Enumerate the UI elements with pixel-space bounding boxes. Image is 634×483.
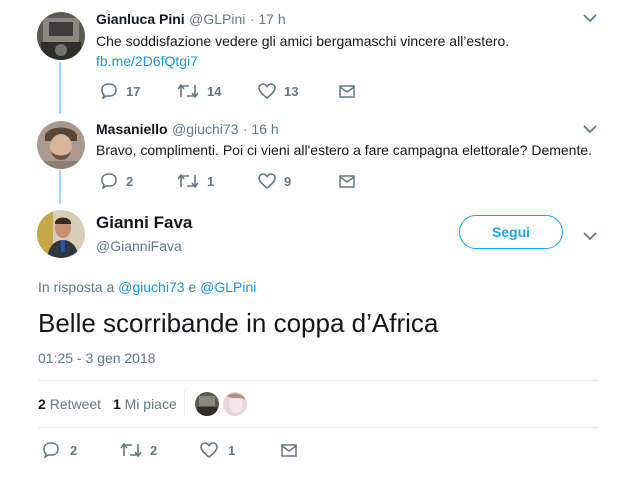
main-author-handle[interactable]: @GianniFava xyxy=(96,238,182,254)
follow-button[interactable]: Segui xyxy=(459,215,563,249)
reply-prefix: In risposta a xyxy=(38,279,115,295)
tweet1-like-button[interactable]: 13 xyxy=(258,83,298,99)
main-reply-count: 2 xyxy=(70,442,78,458)
stats-row: 2 Retweet 1 Mi piace xyxy=(38,396,177,412)
avatar-gianluca-pini[interactable] xyxy=(37,12,85,60)
chevron-down-icon[interactable] xyxy=(583,13,597,23)
divider-top xyxy=(38,380,598,381)
like-stat-count: 1 xyxy=(112,396,121,412)
reply-mention-giuchi73[interactable]: @giuchi73 xyxy=(118,279,184,295)
heart-icon xyxy=(258,83,276,99)
heart-icon xyxy=(258,173,276,189)
main-tweet-text: Belle scorribande in coppa d’Africa xyxy=(38,308,439,338)
reply-icon xyxy=(101,83,117,99)
liker-avatar-1[interactable] xyxy=(195,392,219,416)
main-author-name[interactable]: Gianni Fava xyxy=(96,213,192,233)
tweet1-dm-button[interactable] xyxy=(339,85,355,98)
main-dm-button[interactable] xyxy=(281,444,297,457)
tweet1-text: Che soddisfazione vedere gli amici berga… xyxy=(96,33,510,49)
avatar-gianni-fava[interactable] xyxy=(37,210,85,258)
reply-and: e xyxy=(188,279,197,295)
retweet-icon xyxy=(177,173,199,189)
tweet2-dm-button[interactable] xyxy=(339,175,355,188)
tweet2-author-handle[interactable]: @giuchi73 xyxy=(172,121,238,137)
tweet2-retweet-button[interactable]: 1 xyxy=(177,173,214,189)
tweet2-reply-count: 2 xyxy=(126,173,134,189)
retweet-stat-count: 2 xyxy=(38,396,46,412)
tweet1-like-count: 13 xyxy=(284,83,299,99)
like-stat-label: Mi piace xyxy=(124,396,177,412)
retweet-stat[interactable]: 2 Retweet xyxy=(38,396,105,412)
main-retweet-button[interactable]: 2 xyxy=(120,442,157,458)
thread-line-bottom xyxy=(59,170,61,204)
tweet2-text: Bravo, complimenti. Poi ci vieni all'est… xyxy=(96,142,593,158)
liker-avatar-2[interactable] xyxy=(223,392,247,416)
tweet1-reply-count: 17 xyxy=(126,83,141,99)
main-reply-button[interactable]: 2 xyxy=(42,442,77,458)
stats-separator xyxy=(184,390,185,416)
retweet-stat-label: Retweet xyxy=(49,396,102,412)
retweet-icon xyxy=(120,442,142,458)
tweet1-retweet-button[interactable]: 14 xyxy=(177,83,221,99)
tweet2-time[interactable]: · 16 h xyxy=(243,121,279,137)
main-tweet-timestamp[interactable]: 01:25 - 3 gen 2018 xyxy=(38,350,156,366)
main-retweet-count: 2 xyxy=(150,442,158,458)
main-like-count: 1 xyxy=(228,442,236,458)
tweet1-author-handle[interactable]: @GLPini xyxy=(189,11,245,27)
reply-mention-glpini[interactable]: @GLPini xyxy=(200,279,256,295)
reply-icon xyxy=(101,173,117,189)
chevron-down-icon[interactable] xyxy=(583,231,597,241)
thread-line-top xyxy=(59,62,61,114)
mail-icon xyxy=(339,175,355,188)
tweet2-like-count: 9 xyxy=(284,173,292,189)
tweet2-retweet-count: 1 xyxy=(207,173,215,189)
main-like-button[interactable]: 1 xyxy=(200,442,235,458)
tweet1-retweet-count: 14 xyxy=(207,83,222,99)
like-stat[interactable]: 1 Mi piace xyxy=(113,396,177,412)
tweet2-author-name[interactable]: Masaniello xyxy=(96,121,168,137)
mail-icon xyxy=(339,85,355,98)
tweet1-author-name[interactable]: Gianluca Pini xyxy=(96,11,185,27)
tweet1-time[interactable]: · 17 h xyxy=(250,11,286,27)
reply-context: In risposta a @giuchi73 e @GLPini xyxy=(38,279,256,295)
tweet2-like-button[interactable]: 9 xyxy=(258,173,291,189)
tweet2-reply-button[interactable]: 2 xyxy=(100,173,133,189)
retweet-icon xyxy=(177,83,199,99)
avatar-masaniello[interactable] xyxy=(37,121,85,169)
heart-icon xyxy=(200,442,218,458)
reply-icon xyxy=(43,442,59,458)
chevron-down-icon[interactable] xyxy=(583,124,597,134)
mail-icon xyxy=(281,444,297,457)
tweet1-reply-button[interactable]: 17 xyxy=(100,83,140,99)
divider-bottom xyxy=(38,427,598,428)
tweet1-link[interactable]: fb.me/2D6fQtgi7 xyxy=(96,53,198,69)
